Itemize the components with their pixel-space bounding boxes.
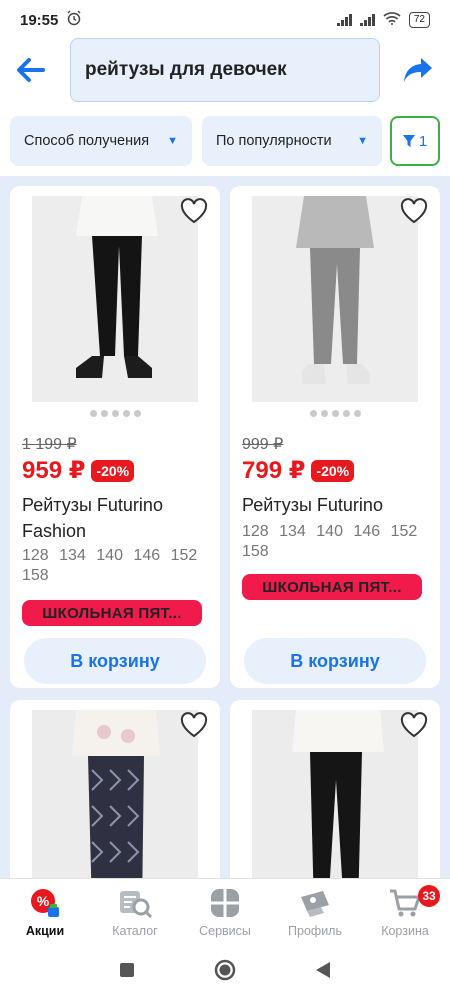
delivery-filter-label: Способ получения	[24, 133, 150, 149]
product-title[interactable]: Рейтузы Futurino Fashion	[22, 492, 212, 544]
image-pagination-dots	[230, 410, 440, 417]
alarm-icon	[66, 10, 82, 30]
triangle-back-icon	[315, 961, 330, 978]
favorite-heart-icon[interactable]	[400, 198, 428, 224]
old-price: 1 199 ₽	[22, 436, 77, 453]
nav-label: Акции	[25, 923, 65, 938]
status-bar: 19:55 72	[0, 0, 450, 40]
discount-badge: -20%	[311, 459, 355, 482]
battery-indicator: 72	[408, 12, 430, 28]
favorite-heart-icon[interactable]	[180, 198, 208, 224]
percent-badge-icon: %	[28, 886, 62, 920]
share-button[interactable]	[400, 52, 436, 88]
product-image[interactable]	[252, 710, 418, 878]
cart-count-badge: 33	[418, 885, 440, 907]
search-header: рейтузы для девочек	[0, 38, 450, 104]
current-price: 799 ₽	[242, 457, 306, 484]
recent-apps-button[interactable]	[119, 962, 135, 983]
product-sizes: 128 134 140 146 152 158	[22, 547, 198, 584]
wifi-icon	[383, 11, 401, 29]
funnel-icon	[402, 135, 415, 147]
home-button[interactable]	[214, 959, 236, 986]
product-sizes: 128 134 140 146 152 158	[242, 523, 418, 560]
image-pagination-dots	[10, 410, 220, 417]
cart-icon	[388, 886, 422, 920]
favorite-heart-icon[interactable]	[400, 712, 428, 738]
nav-label: Сервисы	[199, 923, 251, 938]
filter-bar: Способ получения ▼ По популярности ▼ 1	[0, 116, 450, 166]
share-arrow-icon	[404, 58, 432, 82]
catalog-search-icon	[118, 886, 152, 920]
add-to-cart-button[interactable]: В корзину	[24, 638, 206, 684]
nav-label: Каталог	[112, 923, 158, 938]
promo-badge: ШКОЛЬНАЯ ПЯТ...	[242, 574, 422, 600]
product-card[interactable]	[230, 700, 440, 878]
product-image[interactable]	[252, 196, 418, 402]
nav-label: Корзина	[381, 923, 429, 938]
sort-filter[interactable]: По популярности ▼	[202, 116, 382, 166]
product-image[interactable]	[32, 710, 198, 878]
nav-cart[interactable]: Корзина 33	[360, 879, 450, 944]
product-image[interactable]	[32, 196, 198, 402]
search-query-text: рейтузы для девочек	[85, 59, 287, 80]
svg-text:%: %	[37, 893, 50, 909]
old-price: 999 ₽	[242, 436, 284, 453]
product-card[interactable]: 999 ₽ 799 ₽ -20% Рейтузы Futurino 128 13…	[230, 186, 440, 688]
nav-label: Профиль	[288, 923, 342, 938]
filter-button[interactable]: 1	[390, 116, 440, 166]
services-grid-icon	[208, 886, 242, 920]
nav-profile[interactable]: Профиль	[270, 879, 360, 944]
system-navigation-bar	[0, 944, 450, 1000]
product-title[interactable]: Рейтузы Futurino	[242, 492, 432, 518]
active-filter-count: 1	[418, 132, 428, 150]
search-input[interactable]: рейтузы для девочек	[70, 38, 380, 102]
arrow-left-icon	[17, 58, 45, 82]
price-row: 959 ₽ -20%	[22, 456, 135, 485]
signal-icon	[336, 14, 352, 26]
back-button[interactable]	[12, 52, 48, 88]
bottom-navigation: % Акции Каталог Сервисы Профиль Корзина …	[0, 878, 450, 944]
product-card[interactable]	[10, 700, 220, 878]
circle-icon	[214, 959, 236, 980]
profile-icon	[298, 886, 332, 920]
favorite-heart-icon[interactable]	[180, 712, 208, 738]
nav-services[interactable]: Сервисы	[180, 879, 270, 944]
status-time: 19:55	[20, 11, 59, 29]
caret-down-icon: ▼	[167, 135, 178, 147]
nav-promotions[interactable]: % Акции	[0, 879, 90, 944]
signal-icon-2	[359, 14, 375, 26]
price-row: 799 ₽ -20%	[242, 456, 355, 485]
promo-badge: ШКОЛЬНАЯ ПЯТ...	[22, 600, 202, 626]
square-icon	[120, 962, 135, 977]
product-grid: 1 199 ₽ 959 ₽ -20% Рейтузы Futurino Fash…	[0, 176, 450, 878]
discount-badge: -20%	[91, 459, 135, 482]
add-to-cart-button[interactable]: В корзину	[244, 638, 426, 684]
back-nav-button[interactable]	[315, 961, 331, 984]
product-card[interactable]: 1 199 ₽ 959 ₽ -20% Рейтузы Futurino Fash…	[10, 186, 220, 688]
current-price: 959 ₽	[22, 457, 86, 484]
nav-catalog[interactable]: Каталог	[90, 879, 180, 944]
delivery-method-filter[interactable]: Способ получения ▼	[10, 116, 192, 166]
caret-down-icon: ▼	[357, 135, 368, 147]
sort-filter-label: По популярности	[216, 133, 332, 149]
